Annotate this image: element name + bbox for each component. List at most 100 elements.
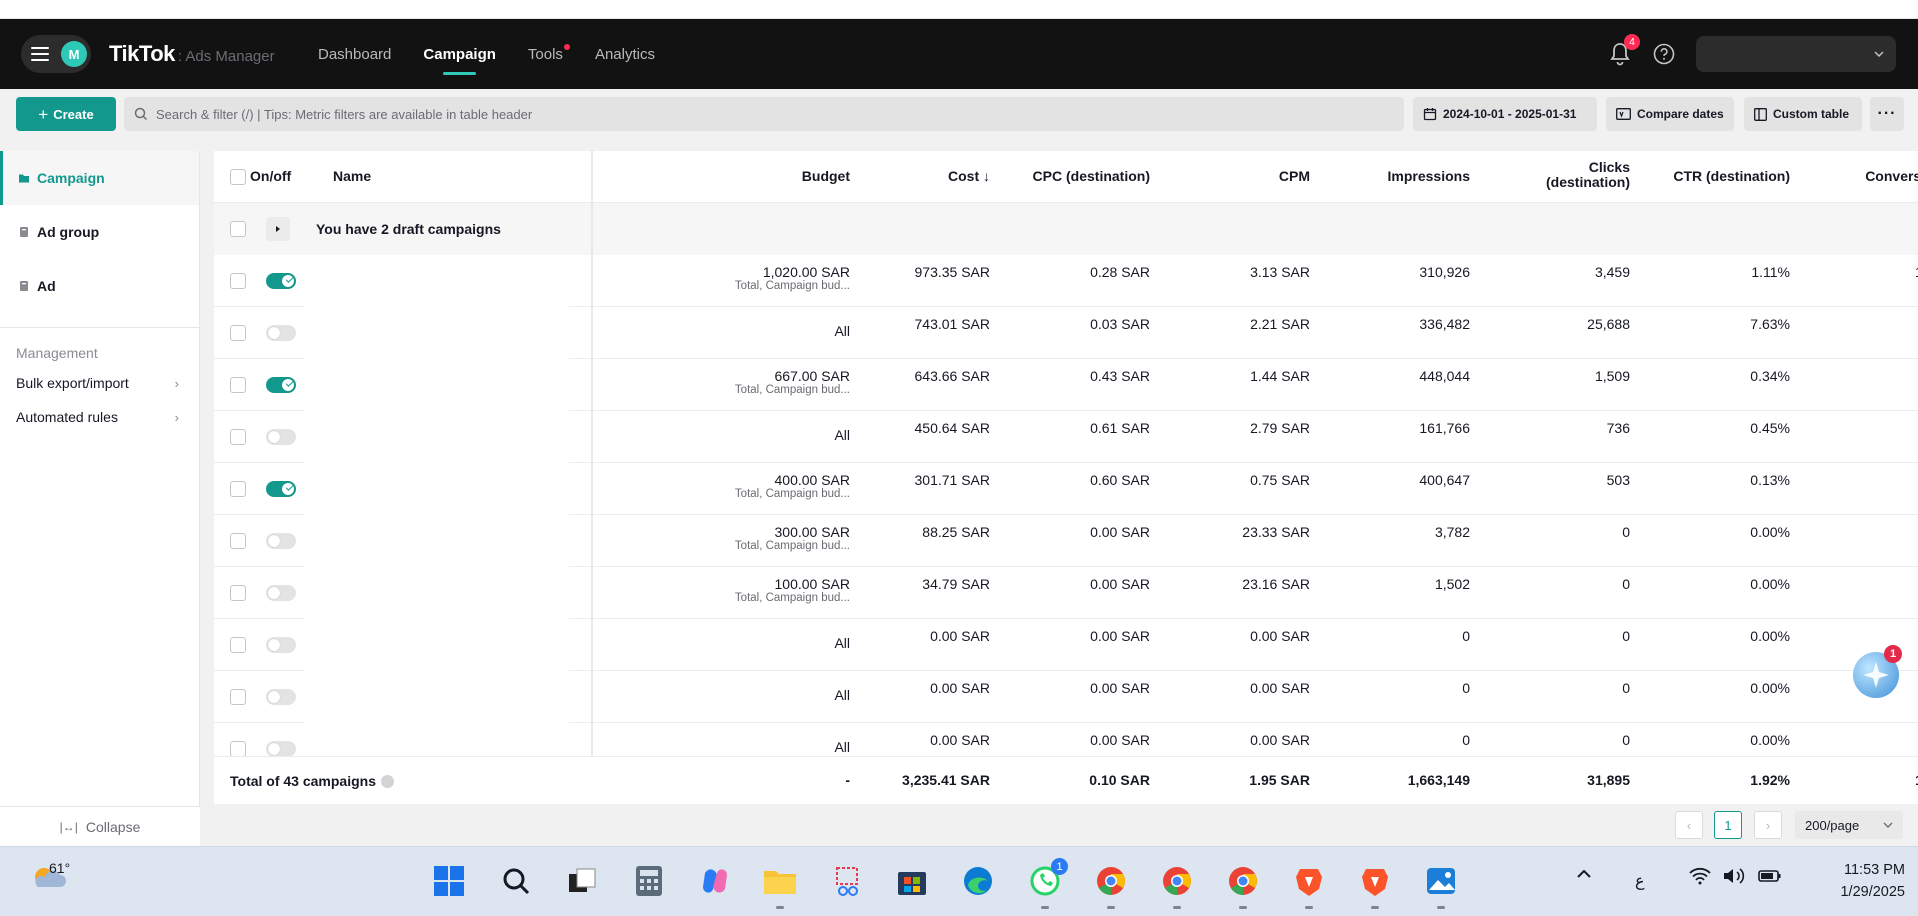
sidebar-link-automated-rules[interactable]: Automated rules ›: [0, 400, 199, 434]
budget-cell: All: [700, 739, 850, 755]
status-toggle[interactable]: [266, 533, 296, 549]
chrome-icon[interactable]: [1092, 862, 1130, 900]
sidebar-link-bulk-export[interactable]: Bulk export/import ›: [0, 366, 199, 400]
budget-cell: All: [700, 323, 850, 339]
edge-icon[interactable]: [959, 862, 997, 900]
compare-dates-label: Compare dates: [1637, 107, 1724, 121]
status-toggle[interactable]: [266, 273, 296, 289]
clicks-cell: 0: [1622, 732, 1630, 748]
next-page-button[interactable]: ›: [1754, 811, 1782, 839]
status-toggle[interactable]: [266, 637, 296, 653]
chevron-up-icon[interactable]: [1576, 867, 1592, 886]
hamburger-icon: [31, 47, 49, 61]
running-indicator: [1371, 906, 1379, 909]
search-icon[interactable]: [497, 862, 535, 900]
chevron-down-icon: [1874, 51, 1884, 58]
status-toggle[interactable]: [266, 689, 296, 705]
volume-icon[interactable]: [1722, 867, 1746, 890]
row-checkbox[interactable]: [230, 325, 246, 341]
row-checkbox[interactable]: [230, 429, 246, 445]
prev-page-button[interactable]: ‹: [1675, 811, 1703, 839]
select-all-checkbox[interactable]: [230, 169, 246, 185]
pagination: ‹ 1 › 200/page: [0, 804, 1918, 846]
row-checkbox[interactable]: [230, 273, 246, 289]
task-view-icon[interactable]: [563, 862, 601, 900]
total-label: Total of 43 campaigns: [230, 773, 376, 789]
status-toggle[interactable]: [266, 585, 296, 601]
ctr-cell: 0.13%: [1750, 472, 1790, 488]
header-cost[interactable]: Cost ↓: [840, 168, 990, 184]
create-button[interactable]: + Create: [16, 97, 116, 131]
nav-links: Dashboard Campaign Tools Analytics: [318, 19, 655, 89]
start-icon[interactable]: [430, 862, 468, 900]
expand-button[interactable]: [266, 217, 290, 241]
nav-analytics[interactable]: Analytics: [595, 19, 655, 89]
input-language[interactable]: ع: [1635, 871, 1645, 891]
account-selector[interactable]: [1696, 36, 1896, 72]
header-onoff[interactable]: On/off: [250, 168, 291, 184]
row-checkbox[interactable]: [230, 481, 246, 497]
status-toggle[interactable]: [266, 741, 296, 757]
sidebar-item-ad[interactable]: Ad: [0, 259, 199, 313]
search-input[interactable]: Search & filter (/) | Tips: Metric filte…: [124, 97, 1404, 131]
row-checkbox[interactable]: [230, 377, 246, 393]
photos-icon[interactable]: [1422, 862, 1460, 900]
budget-type: Total, Campaign bud...: [734, 280, 850, 292]
brave-icon[interactable]: [1290, 862, 1328, 900]
draft-campaigns-row[interactable]: You have 2 draft campaigns: [214, 203, 1918, 255]
status-toggle[interactable]: [266, 481, 296, 497]
date-range-picker[interactable]: 2024-10-01 - 2025-01-31: [1413, 97, 1597, 131]
header-cpm[interactable]: CPM: [1160, 168, 1310, 184]
calculator-icon[interactable]: [630, 862, 668, 900]
header-budget[interactable]: Budget: [700, 168, 850, 184]
battery-icon[interactable]: [1758, 867, 1782, 890]
compare-dates-button[interactable]: Compare dates: [1606, 97, 1734, 131]
copilot-icon[interactable]: [696, 862, 734, 900]
wifi-icon[interactable]: [1688, 867, 1712, 890]
header-impressions[interactable]: Impressions: [1320, 168, 1470, 184]
row-checkbox[interactable]: [230, 221, 246, 237]
cpc-cell: 0.00 SAR: [1090, 628, 1150, 644]
menu-button[interactable]: M: [21, 35, 91, 73]
chrome-icon[interactable]: [1158, 862, 1196, 900]
header-name[interactable]: Name: [333, 168, 371, 184]
cpm-cell: 23.16 SAR: [1242, 576, 1310, 592]
status-toggle[interactable]: [266, 377, 296, 393]
header-conversions[interactable]: Conversions: [1800, 168, 1918, 184]
status-toggle[interactable]: [266, 429, 296, 445]
file-explorer-icon[interactable]: [761, 862, 799, 900]
total-budget: -: [845, 772, 850, 788]
nav-dashboard[interactable]: Dashboard: [318, 19, 391, 89]
row-checkbox[interactable]: [230, 637, 246, 653]
info-icon[interactable]: [381, 774, 394, 788]
brave-icon[interactable]: [1356, 862, 1394, 900]
row-checkbox[interactable]: [230, 585, 246, 601]
chrome-icon[interactable]: [1224, 862, 1262, 900]
campaign-table: On/off Name Budget Cost ↓ CPC (destinati…: [214, 151, 1918, 804]
toolbar: + Create Search & filter (/) | Tips: Metr…: [0, 89, 1918, 141]
header-ctr[interactable]: CTR (destination): [1620, 168, 1790, 184]
help-icon[interactable]: [1653, 43, 1675, 65]
row-checkbox[interactable]: [230, 533, 246, 549]
page-size-select[interactable]: 200/page: [1795, 811, 1903, 839]
snipping-tool-icon[interactable]: [829, 862, 867, 900]
status-toggle[interactable]: [266, 325, 296, 341]
page-button[interactable]: 1: [1714, 811, 1742, 839]
custom-table-button[interactable]: Custom table: [1744, 97, 1862, 131]
header-clicks[interactable]: Clicks (destination): [1480, 160, 1630, 190]
more-button[interactable]: ···: [1870, 97, 1904, 131]
row-checkbox[interactable]: [230, 689, 246, 705]
sidebar-item-ad-group[interactable]: Ad group: [0, 205, 199, 259]
row-checkbox[interactable]: [230, 741, 246, 757]
logo[interactable]: TikTok : Ads Manager: [109, 41, 275, 67]
nav-campaign[interactable]: Campaign: [423, 19, 496, 89]
name-column-panel: [304, 255, 569, 757]
sidebar-item-campaign[interactable]: Campaign: [0, 151, 199, 205]
header-cpc[interactable]: CPC (destination): [980, 168, 1150, 184]
cpm-cell: 0.00 SAR: [1250, 680, 1310, 696]
clock[interactable]: 11:53 PM 1/29/2025: [1795, 859, 1905, 903]
nav-tools[interactable]: Tools: [528, 19, 570, 89]
clicks-cell: 0: [1622, 576, 1630, 592]
store-icon[interactable]: [893, 862, 931, 900]
total-ctr: 1.92%: [1750, 772, 1790, 788]
